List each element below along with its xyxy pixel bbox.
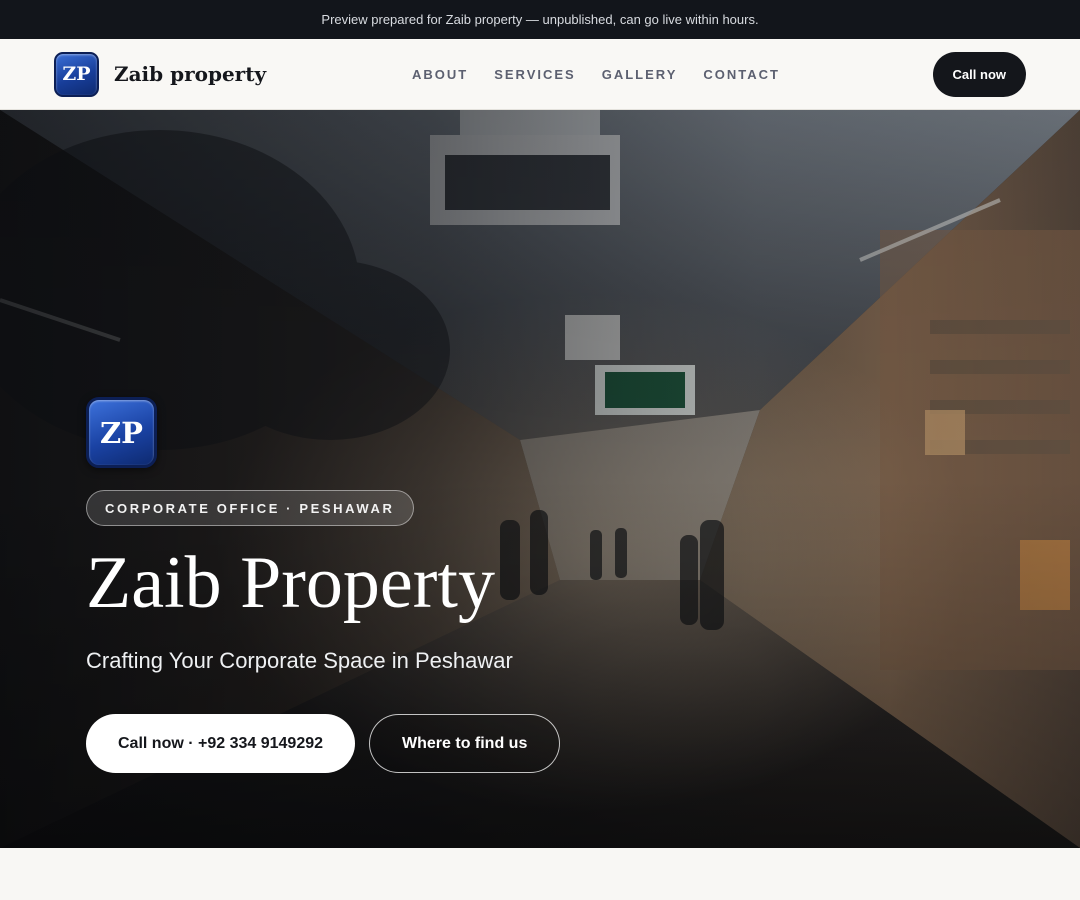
logo-icon[interactable]: ZP <box>54 51 99 97</box>
call-now-button[interactable]: Call now <box>932 51 1026 97</box>
where-to-find-us-button[interactable]: Where to find us <box>369 714 561 773</box>
hero-actions: Call now · +92 334 9149292 Where to find… <box>86 714 561 773</box>
main-nav: ABOUT SERVICES GALLERY CONTACT <box>412 39 780 110</box>
announcement-text: Preview prepared for Zaib property — unp… <box>321 12 759 27</box>
nav-gallery[interactable]: GALLERY <box>602 67 678 82</box>
nav-about[interactable]: ABOUT <box>412 67 468 82</box>
nav-services[interactable]: SERVICES <box>494 67 576 82</box>
hero-tag: CORPORATE OFFICE · PESHAWAR <box>86 490 414 526</box>
hero-call-button[interactable]: Call now · +92 334 9149292 <box>86 714 356 773</box>
hero-subtitle: Crafting Your Corporate Space in Peshawa… <box>86 648 513 673</box>
hero-section: ZP CORPORATE OFFICE · PESHAWAR Zaib Prop… <box>0 110 1080 848</box>
hero-content: ZP CORPORATE OFFICE · PESHAWAR Zaib Prop… <box>86 397 561 773</box>
nav-contact[interactable]: CONTACT <box>703 67 780 82</box>
hero-logo-icon: ZP <box>86 397 157 468</box>
hero-title: Zaib Property <box>86 542 495 624</box>
announcement-bar: Preview prepared for Zaib property — unp… <box>0 0 1080 39</box>
next-section <box>0 848 1080 900</box>
brand-name[interactable]: Zaib property <box>114 62 266 86</box>
brand[interactable]: ZP Zaib property <box>54 51 266 97</box>
site-header: ZP Zaib property ABOUT SERVICES GALLERY … <box>0 39 1080 110</box>
